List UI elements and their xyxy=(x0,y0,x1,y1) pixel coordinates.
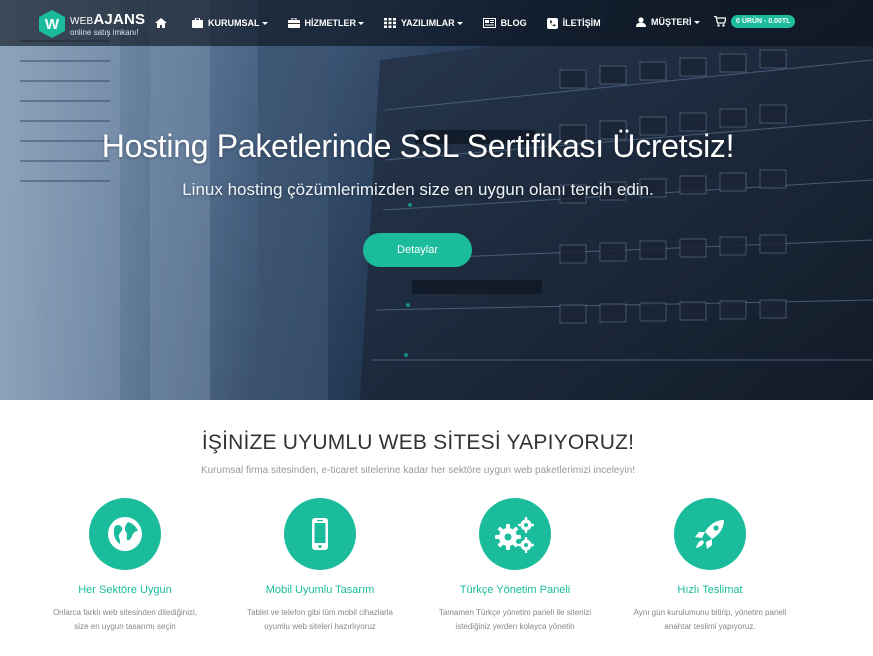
feature-icon-circle xyxy=(284,498,356,570)
nav-hizmetler-label: HİZMETLER xyxy=(304,18,357,28)
main-nav: KURUMSAL HİZMETLER YAZILIMLAR BLOG İLETİ… xyxy=(155,0,621,46)
feature-icon-circle xyxy=(674,498,746,570)
nav-kurumsal[interactable]: KURUMSAL xyxy=(192,18,268,28)
nav-blog-label: BLOG xyxy=(500,18,527,28)
home-icon xyxy=(155,18,167,28)
feature-icon-circle xyxy=(479,498,551,570)
hero-banner xyxy=(0,0,873,400)
nav-yazilimlar-label: YAZILIMLAR xyxy=(401,18,455,28)
feature-desc-line: Onlarca farklı web sitesinden dilediğini… xyxy=(52,608,198,617)
site-logo[interactable]: W WEBAJANS online satış imkanı! xyxy=(38,9,145,39)
globe-icon xyxy=(108,517,142,551)
cart-button[interactable]: 0 ÜRÜN - 0.00TL xyxy=(714,15,796,28)
features-section-title: İŞİNİZE UYUMLU WEB SİTESİ YAPIYORUZ! xyxy=(201,431,635,454)
gears-icon xyxy=(495,517,534,553)
feature-desc-line: istediğiniz yerden kolayca yönetin xyxy=(455,622,575,631)
feature-description: Aynı gün kurulumunu bitirip, yönetim pan… xyxy=(610,606,810,634)
feature-card: Mobil Uyumlu Tasarım Tablet ve telefon g… xyxy=(220,498,420,634)
grid-icon xyxy=(384,18,396,28)
hero-details-button[interactable]: Detaylar xyxy=(363,233,472,267)
logo-tagline: online satış imkanı! xyxy=(70,27,139,37)
chevron-down-icon xyxy=(358,21,364,25)
cart-summary-badge: 0 ÜRÜN - 0.00TL xyxy=(731,15,796,28)
feature-card: Türkçe Yönetim Paneli Tamamen Türkçe yön… xyxy=(415,498,615,634)
feature-description: Tamamen Türkçe yönetim paneli ile siteni… xyxy=(415,606,615,634)
rocket-icon xyxy=(695,520,724,549)
logo-name-prefix: WEB xyxy=(70,15,94,27)
nav-iletisim-label: İLETİŞİM xyxy=(562,18,601,28)
mobile-phone-icon xyxy=(312,518,328,550)
nav-account-label: MÜŞTERİ xyxy=(651,17,692,27)
feature-title: Mobil Uyumlu Tasarım xyxy=(265,584,375,596)
chevron-down-icon xyxy=(693,20,700,24)
briefcase-icon xyxy=(192,18,203,28)
hero-overlay xyxy=(0,0,873,400)
chevron-down-icon xyxy=(456,21,463,25)
newspaper-icon xyxy=(482,18,496,28)
hero-subtitle: Linux hosting çözümlerimizden size en uy… xyxy=(182,180,654,199)
feature-desc-line: Tablet ve telefon gibi tüm mobil cihazla… xyxy=(247,608,393,617)
nav-home[interactable] xyxy=(155,18,172,28)
feature-desc-line: Aynı gün kurulumunu bitirip, yönetim pan… xyxy=(633,608,787,617)
feature-description: Tablet ve telefon gibi tüm mobil cihazla… xyxy=(220,606,420,634)
feature-description: Onlarca farklı web sitesinden dilediğini… xyxy=(25,606,225,634)
feature-title: Hızlı Teslimat xyxy=(677,584,743,596)
logo-hexagon-icon: W xyxy=(39,10,65,38)
nav-kurumsal-label: KURUMSAL xyxy=(208,18,260,28)
feature-desc-line: Tamamen Türkçe yönetim paneli ile siteni… xyxy=(438,608,592,617)
feature-desc-line: size en uygun tasarımı seçin xyxy=(74,622,176,631)
hero-title: Hosting Paketlerinde SSL Sertifikası Ücr… xyxy=(101,128,735,164)
feature-card: Hızlı Teslimat Aynı gün kurulumunu bitir… xyxy=(610,498,810,634)
nav-iletisim[interactable]: İLETİŞİM xyxy=(546,17,601,29)
feature-desc-line: anahtar teslimi yapıyoruz. xyxy=(664,622,756,631)
user-icon xyxy=(636,17,646,27)
toolbox-icon xyxy=(287,18,300,28)
feature-title: Her Sektöre Uygun xyxy=(78,584,172,596)
nav-blog[interactable]: BLOG xyxy=(482,18,527,28)
feature-icon-circle xyxy=(89,498,161,570)
feature-title: Türkçe Yönetim Paneli xyxy=(459,584,571,596)
features-section-subtitle: Kurumsal firma sitesinden, e-ticaret sit… xyxy=(200,465,636,476)
chevron-down-icon xyxy=(261,21,268,25)
nav-yazilimlar[interactable]: YAZILIMLAR xyxy=(384,18,463,28)
logo-letter: W xyxy=(45,16,60,33)
nav-hizmetler[interactable]: HİZMETLER xyxy=(287,18,364,28)
top-navbar: W WEBAJANS online satış imkanı! KURUMSAL… xyxy=(0,0,873,46)
nav-account[interactable]: MÜŞTERİ xyxy=(636,17,700,27)
shopping-cart-icon xyxy=(714,16,726,27)
logo-name-main: AJANS xyxy=(93,10,146,28)
phone-icon xyxy=(546,17,558,29)
feature-desc-line: uyumlu web siteleri hazırlıyoruz xyxy=(264,622,376,631)
feature-card: Her Sektöre Uygun Onlarca farklı web sit… xyxy=(25,498,225,634)
